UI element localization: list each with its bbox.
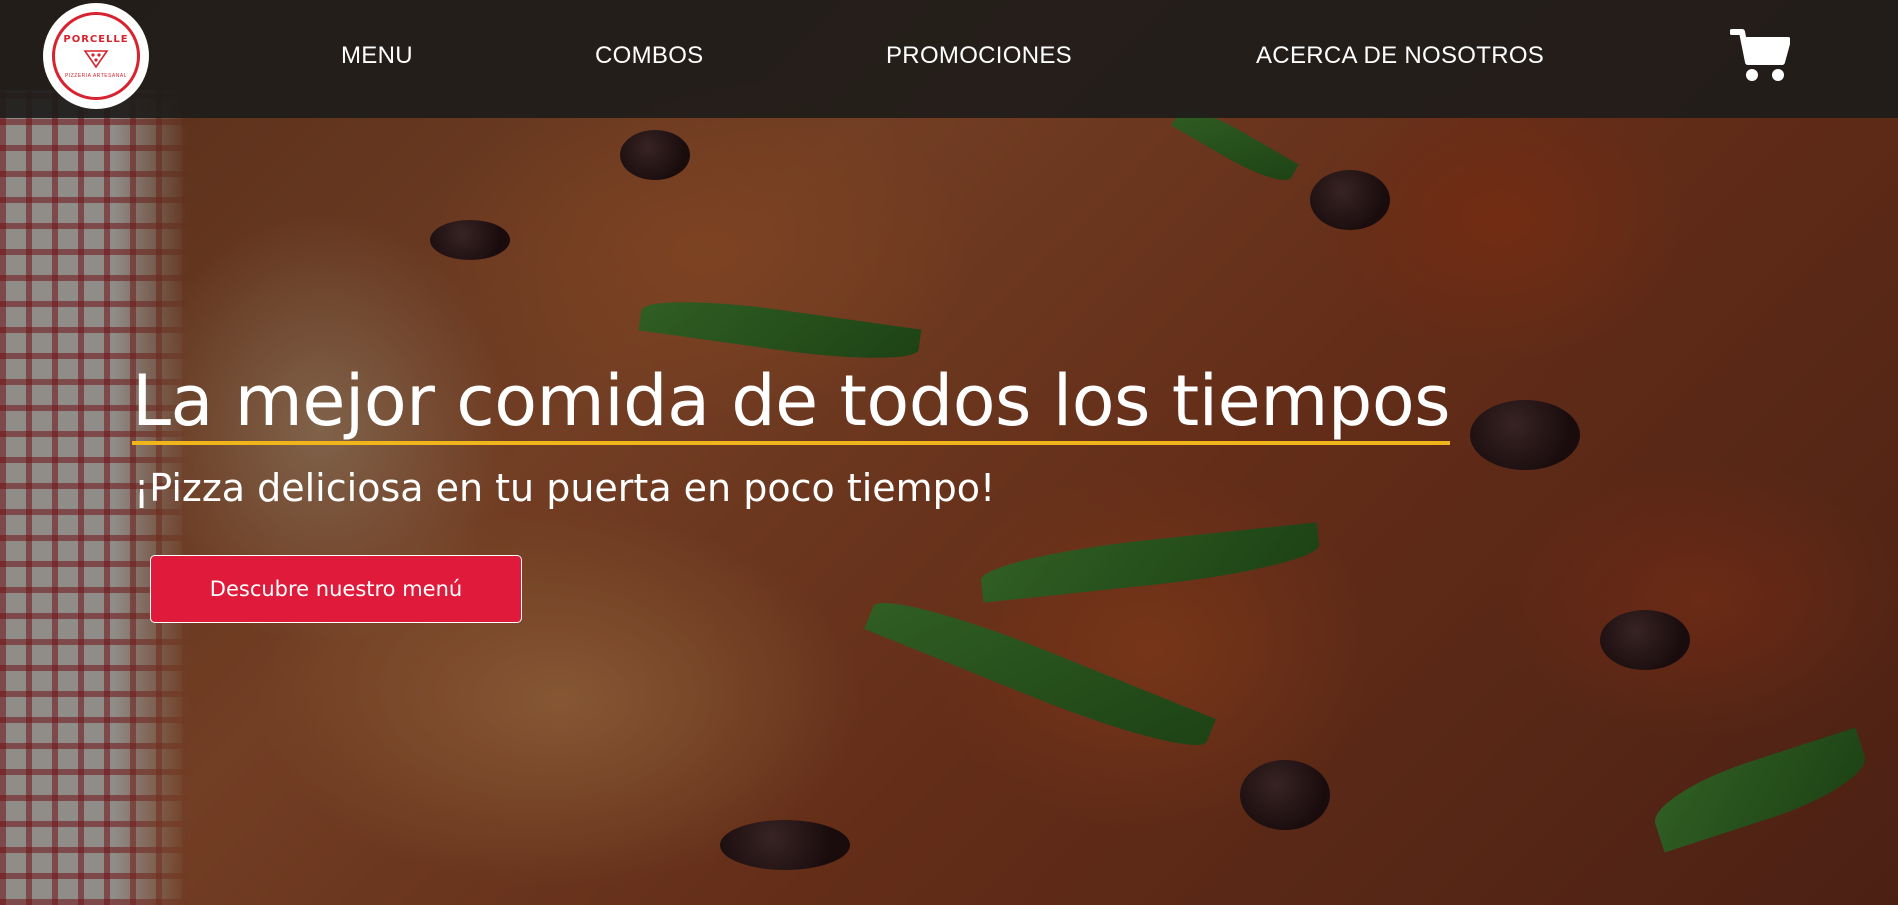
nav-item-promociones[interactable]: PROMOCIONES	[886, 42, 1072, 70]
shopping-cart-icon	[1729, 29, 1791, 81]
site-header: PORCELLE PIZZERIA ARTESANAL MENU COMBOS …	[0, 0, 1898, 118]
nav-item-combos[interactable]: COMBOS	[595, 42, 703, 70]
landing-page: PORCELLE PIZZERIA ARTESANAL MENU COMBOS …	[0, 0, 1898, 905]
hero-dark-overlay	[0, 0, 1898, 905]
discover-menu-button[interactable]: Descubre nuestro menú	[150, 555, 522, 623]
cart-button[interactable]	[1729, 28, 1791, 83]
nav-item-acerca-de-nosotros[interactable]: ACERCA DE NOSOTROS	[1256, 42, 1544, 70]
hero-subtitle: ¡Pizza deliciosa en tu puerta en poco ti…	[134, 466, 996, 510]
nav-item-menu[interactable]: MENU	[341, 42, 413, 70]
main-nav: MENU COMBOS PROMOCIONES ACERCA DE NOSOTR…	[0, 0, 1898, 112]
hero-title: La mejor comida de todos los tiempos	[132, 364, 1451, 445]
